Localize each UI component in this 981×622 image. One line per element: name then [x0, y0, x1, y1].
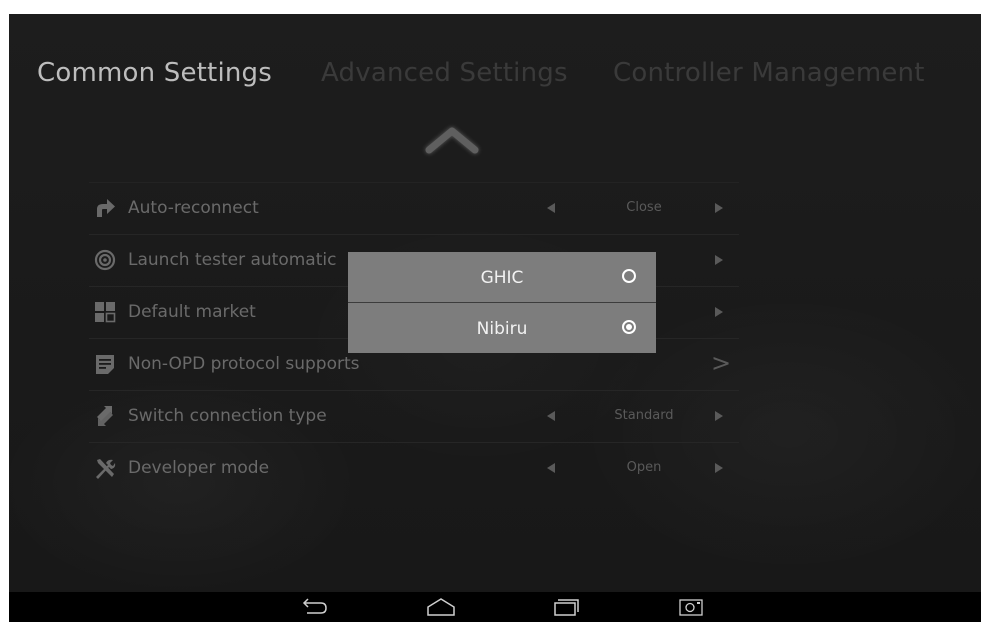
arrow-left-icon[interactable]: [547, 203, 555, 213]
setting-label: Non-OPD protocol supports: [128, 354, 360, 374]
option-nibiru[interactable]: Nibiru: [348, 303, 656, 353]
arrow-left-icon[interactable]: [547, 463, 555, 473]
setting-row-switch-connection[interactable]: Switch connection type Standard: [89, 390, 739, 442]
chevron-up-icon[interactable]: [419, 118, 485, 160]
tab-controller-management[interactable]: Controller Management: [613, 58, 925, 88]
system-navbar: [9, 592, 981, 622]
tab-bar: Common Settings Advanced Settings Contro…: [9, 58, 981, 98]
grid-icon: [95, 302, 116, 323]
option-label: Nibiru: [476, 319, 528, 339]
setting-value: Standard: [614, 408, 674, 423]
chevron-right-icon[interactable]: >: [711, 349, 731, 377]
app-screen: Common Settings Advanced Settings Contro…: [9, 14, 981, 622]
setting-label: Launch tester automatic: [128, 250, 337, 270]
target-icon: [94, 249, 116, 271]
setting-label: Default market: [128, 302, 256, 322]
switch-arrows-icon: [97, 406, 113, 426]
reconnect-arrow-icon: [97, 199, 115, 217]
back-icon[interactable]: [297, 596, 331, 618]
recent-apps-icon[interactable]: [549, 596, 583, 618]
setting-value: Open: [626, 460, 662, 475]
option-ghic[interactable]: GHIC: [348, 252, 656, 302]
option-label: GHIC: [480, 268, 524, 288]
radio-dot: [626, 324, 632, 330]
market-select-dialog: GHIC Nibiru: [348, 252, 656, 353]
screenshot-icon[interactable]: [674, 596, 708, 618]
setting-row-auto-reconnect[interactable]: Auto-reconnect Close: [89, 182, 739, 234]
arrow-right-icon[interactable]: [715, 203, 723, 213]
setting-label: Developer mode: [128, 458, 270, 478]
setting-row-developer-mode[interactable]: Developer mode Open: [89, 442, 739, 494]
radio-unselected-icon[interactable]: [622, 269, 636, 283]
tab-advanced-settings[interactable]: Advanced Settings: [321, 58, 568, 88]
document-icon: [96, 355, 114, 374]
setting-label: Auto-reconnect: [128, 198, 259, 218]
arrow-right-icon[interactable]: [715, 255, 723, 265]
tab-common-settings[interactable]: Common Settings: [37, 58, 272, 88]
tools-icon: [96, 459, 116, 479]
home-icon[interactable]: [424, 596, 458, 618]
setting-value: Close: [626, 200, 662, 215]
arrow-left-icon[interactable]: [547, 411, 555, 421]
arrow-right-icon[interactable]: [715, 307, 723, 317]
setting-label: Switch connection type: [128, 406, 327, 426]
arrow-right-icon[interactable]: [715, 411, 723, 421]
arrow-right-icon[interactable]: [715, 463, 723, 473]
radio-selected-icon[interactable]: [622, 320, 636, 334]
